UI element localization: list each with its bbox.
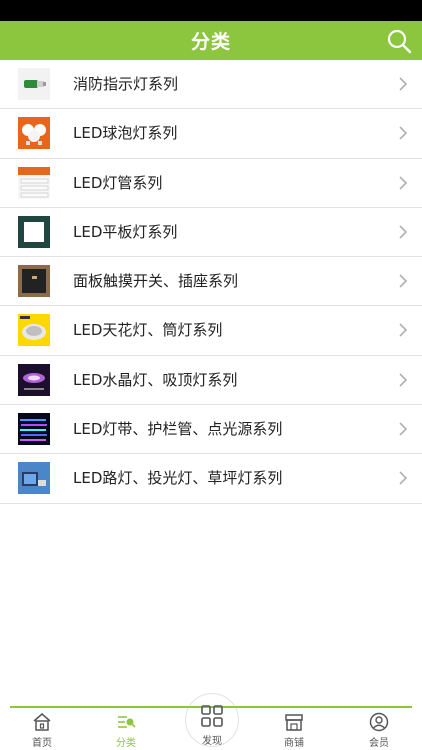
category-label: LED天花灯、筒灯系列 <box>73 321 223 340</box>
category-label: LED平板灯系列 <box>73 222 178 241</box>
category-item-panel-light[interactable]: LED平板灯系列 <box>0 208 422 258</box>
category-item-tube[interactable]: LED灯管系列 <box>0 159 422 208</box>
app-header: 分类 <box>0 21 422 60</box>
category-label: 消防指示灯系列 <box>73 75 179 93</box>
category-label: LED灯管系列 <box>73 173 163 192</box>
switch-icon <box>18 265 50 298</box>
street-light-icon <box>18 462 50 495</box>
strip-light-icon <box>18 413 50 446</box>
category-label: LED灯带、护栏管、点光源系列 <box>73 420 283 439</box>
chevron-right-icon <box>399 471 408 485</box>
chevron-right-icon <box>399 126 408 140</box>
category-item-exit-sign[interactable]: 消防指示灯系列 <box>0 60 422 110</box>
downlight-icon <box>18 314 50 347</box>
tab-member[interactable]: 会员 <box>349 712 409 750</box>
category-item-street-light[interactable]: LED路灯、投光灯、草坪灯系列 <box>0 454 422 504</box>
chevron-right-icon <box>399 274 408 288</box>
chevron-right-icon <box>399 225 408 239</box>
tab-label: 首页 <box>32 738 52 749</box>
tube-icon <box>18 166 50 199</box>
grid-icon <box>201 705 223 727</box>
category-list-icon <box>118 716 136 728</box>
chevron-right-icon <box>399 373 408 387</box>
chevron-right-icon <box>399 422 408 436</box>
exit-sign-icon <box>18 68 50 100</box>
tab-label: 会员 <box>369 738 389 749</box>
tab-label: 发现 <box>202 736 222 747</box>
category-label: LED球泡灯系列 <box>73 124 178 143</box>
panel-light-icon <box>18 215 50 248</box>
search-icon[interactable] <box>386 28 412 54</box>
category-label: LED水晶灯、吸顶灯系列 <box>73 370 238 389</box>
category-item-downlight[interactable]: LED天花灯、筒灯系列 <box>0 306 422 356</box>
home-icon <box>33 713 51 731</box>
bulb-icon <box>18 117 50 150</box>
category-item-bulb[interactable]: LED球泡灯系列 <box>0 109 422 159</box>
chevron-right-icon <box>399 176 408 190</box>
shop-icon <box>285 714 303 731</box>
category-item-strip-light[interactable]: LED灯带、护栏管、点光源系列 <box>0 405 422 455</box>
category-item-switch[interactable]: 面板触摸开关、插座系列 <box>0 257 422 307</box>
category-label: 面板触摸开关、插座系列 <box>73 272 239 291</box>
user-icon <box>369 712 389 732</box>
page-title: 分类 <box>190 31 231 53</box>
chevron-right-icon <box>399 323 408 338</box>
tab-discover[interactable]: 发现 <box>185 700 239 748</box>
tab-label: 商铺 <box>284 738 304 749</box>
category-item-crystal-light[interactable]: LED水晶灯、吸顶灯系列 <box>0 356 422 406</box>
category-list: 消防指示灯系列 LED球泡灯系列 LED灯管系列 LED平板灯系列 面板触摸开关… <box>0 60 422 504</box>
tab-category[interactable]: 分类 <box>96 712 156 750</box>
crystal-light-icon <box>18 363 50 396</box>
status-bar <box>0 0 422 21</box>
tab-shop[interactable]: 商铺 <box>264 712 324 750</box>
category-label: LED路灯、投光灯、草坪灯系列 <box>73 469 283 488</box>
chevron-right-icon <box>399 77 408 91</box>
tab-label: 分类 <box>116 738 136 749</box>
tab-home[interactable]: 首页 <box>12 712 72 750</box>
